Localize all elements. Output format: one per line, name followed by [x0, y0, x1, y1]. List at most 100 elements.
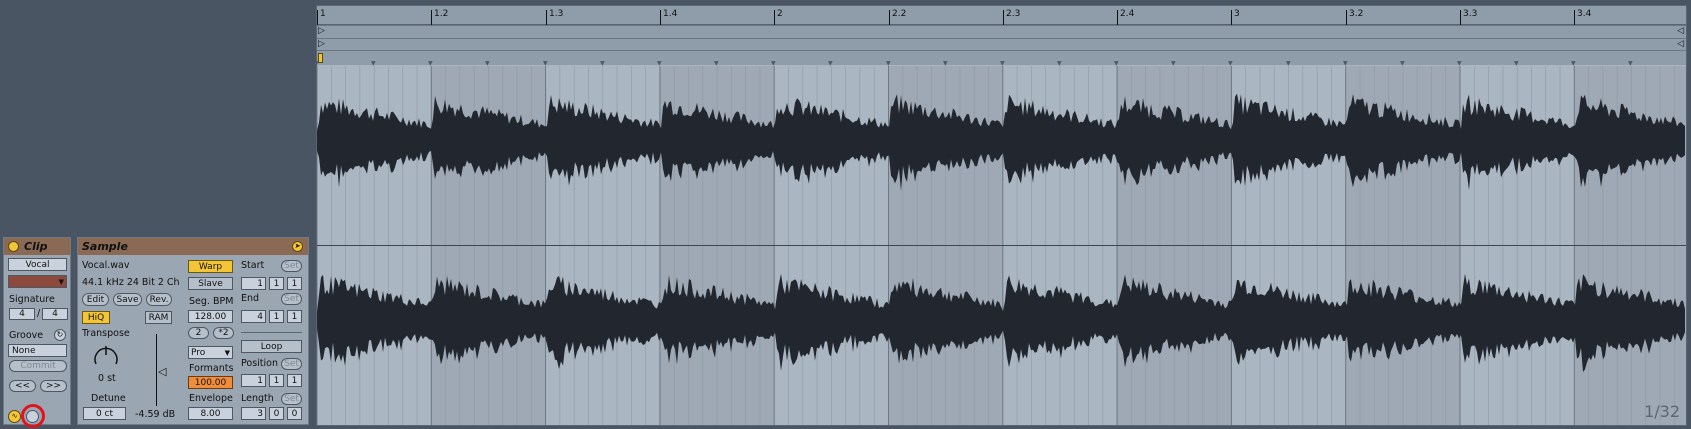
beat-time-ruler[interactable]: 1 1.2 1.3 1.4 2 2.2 2.3 2.4 3 3.2 3.3 3.4 [317, 6, 1686, 25]
length-bar-field[interactable]: 3 [241, 407, 266, 420]
detune-field[interactable]: 0 ct [83, 407, 126, 420]
highlight-circle [21, 404, 45, 428]
ruler-label: 2 [777, 9, 783, 19]
clip-title: Clip [24, 240, 48, 253]
ruler-tick [431, 10, 432, 25]
end-label: End [241, 293, 260, 304]
start-beat-field[interactable]: 1 [269, 277, 284, 290]
envelope-field[interactable]: 8.00 [188, 407, 233, 420]
position-sixteenth-field[interactable]: 1 [287, 374, 302, 387]
sample-format: 44.1 kHz 24 Bit 2 Ch [82, 277, 180, 288]
ruler-label: 2.3 [1006, 9, 1021, 19]
clip-color-chooser[interactable]: ▼ [8, 275, 67, 288]
ruler-tick [317, 10, 318, 25]
detune-label: Detune [91, 393, 126, 404]
warp-mode-value: Pro [191, 347, 206, 358]
end-set-button[interactable]: Set [281, 293, 302, 305]
zoom-level: 1/32 [1644, 402, 1680, 421]
sample-arrow-icon[interactable]: ➤ [292, 241, 303, 252]
commit-button[interactable]: Commit [9, 360, 67, 372]
position-bar-field[interactable]: 1 [241, 374, 266, 387]
start-marker-icon[interactable]: ▷ [318, 39, 325, 49]
transpose-label: Transpose [82, 328, 130, 339]
gain-value: -4.59 dB [135, 409, 176, 420]
warp-mode-chooser[interactable]: Pro ▼ [188, 346, 233, 359]
save-button[interactable]: Save [113, 293, 142, 306]
next-clip-button[interactable]: >> [40, 380, 67, 392]
sample-view-icon[interactable]: ∿ [8, 410, 21, 423]
reverse-button[interactable]: Rev. [146, 293, 172, 306]
seg-bpm-field[interactable]: 128.00 [188, 310, 233, 323]
start-label: Start [241, 260, 265, 271]
length-label: Length [241, 393, 274, 404]
gain-slider-track[interactable] [156, 334, 157, 406]
transpose-value: 0 st [98, 373, 116, 384]
envelope-label: Envelope [189, 393, 233, 404]
end-bar-field[interactable]: 4 [241, 310, 266, 323]
position-set-button[interactable]: Set [281, 358, 302, 370]
end-beat-field[interactable]: 1 [269, 310, 284, 323]
groove-hot-swap-icon[interactable]: ↻ [54, 329, 66, 341]
edit-button[interactable]: Edit [82, 293, 109, 306]
loop-divider [241, 332, 302, 333]
ruler-label: 3.2 [1349, 9, 1364, 19]
loop-button[interactable]: Loop [241, 340, 302, 353]
loop-end-marker-icon[interactable]: ◁ [1677, 26, 1684, 36]
transpose-knob[interactable] [92, 342, 120, 368]
ruler-tick [1346, 10, 1347, 25]
clip-activator-icon[interactable] [8, 241, 19, 252]
start-sixteenth-field[interactable]: 1 [287, 277, 302, 290]
ram-button[interactable]: RAM [145, 311, 172, 324]
loop-brace-strip[interactable]: ▷ ◁ [317, 25, 1686, 38]
loop-start-marker-icon[interactable]: ▷ [318, 26, 325, 36]
sample-filename: Vocal.wav [82, 260, 130, 271]
sample-title: Sample [82, 240, 128, 253]
warp-button[interactable]: Warp [188, 260, 233, 273]
seg-bpm-label: Seg. BPM [189, 296, 234, 307]
clip-panel: Clip Vocal ▼ Signature 4 / 4 Groove ↻ No… [3, 237, 71, 425]
formants-label: Formants [189, 363, 234, 374]
start-end-marker-strip[interactable]: ▷ ◁ [317, 38, 1686, 50]
waveform[interactable] [317, 66, 1686, 425]
start-set-button[interactable]: Set [281, 260, 302, 272]
double-tempo-button[interactable]: *2 [213, 327, 234, 339]
ruler-tick [660, 10, 661, 25]
length-set-button[interactable]: Set [281, 393, 302, 405]
gain-slider-handle-icon[interactable]: ◁ [158, 365, 166, 378]
ruler-tick [1117, 10, 1118, 25]
ruler-label: 1 [320, 9, 326, 19]
sample-title-bar: Sample ➤ [78, 238, 308, 255]
ruler-tick [1231, 10, 1232, 25]
length-sixteenth-field[interactable]: 0 [287, 407, 302, 420]
sample-editor[interactable]: 1 1.2 1.3 1.4 2 2.2 2.3 2.4 3 3.2 3.3 3.4 ▷ ◁ ▷ ◁ ▼… [314, 5, 1687, 426]
position-beat-field[interactable]: 1 [269, 374, 284, 387]
waveform-area[interactable] [317, 66, 1686, 425]
signature-separator: / [37, 308, 41, 319]
end-sixteenth-field[interactable]: 1 [287, 310, 302, 323]
signature-numerator[interactable]: 4 [9, 308, 35, 320]
hiq-button[interactable]: HiQ [82, 311, 110, 324]
ruler-tick [546, 10, 547, 25]
signature-label: Signature [9, 294, 55, 305]
warp-marker-strip[interactable]: ▼ ▼ ▼ ▼ ▼ ▼ ▼ ▼ ▼ ▼ ▼ ▼ ▼ ▼ ▼ ▼ ▼ ▼ ▼ ▼ ▼ ▼ ▼ ▼ [314, 50, 1686, 67]
half-tempo-button[interactable]: 2 [188, 327, 209, 339]
ruler-label: 2.4 [1120, 9, 1135, 19]
ruler-tick [774, 10, 775, 25]
ruler-tick [1003, 10, 1004, 25]
prev-clip-button[interactable]: << [9, 380, 36, 392]
groove-chooser[interactable]: None [8, 344, 67, 357]
clip-name-field[interactable]: Vocal [8, 258, 67, 271]
ruler-tick [1460, 10, 1461, 25]
length-beat-field[interactable]: 0 [269, 407, 284, 420]
chevron-down-icon: ▼ [58, 277, 64, 286]
end-marker-icon[interactable]: ◁ [1677, 39, 1684, 49]
slave-button[interactable]: Slave [188, 277, 233, 290]
ruler-label: 1.2 [434, 9, 449, 19]
start-bar-field[interactable]: 1 [241, 277, 266, 290]
formants-field[interactable]: 100.00 [188, 376, 233, 389]
chevron-down-icon: ▼ [224, 348, 230, 357]
ruler-label: 1.3 [549, 9, 564, 19]
position-label: Position [241, 358, 278, 369]
ruler-label: 1.4 [663, 9, 678, 19]
signature-denominator[interactable]: 4 [42, 308, 68, 320]
